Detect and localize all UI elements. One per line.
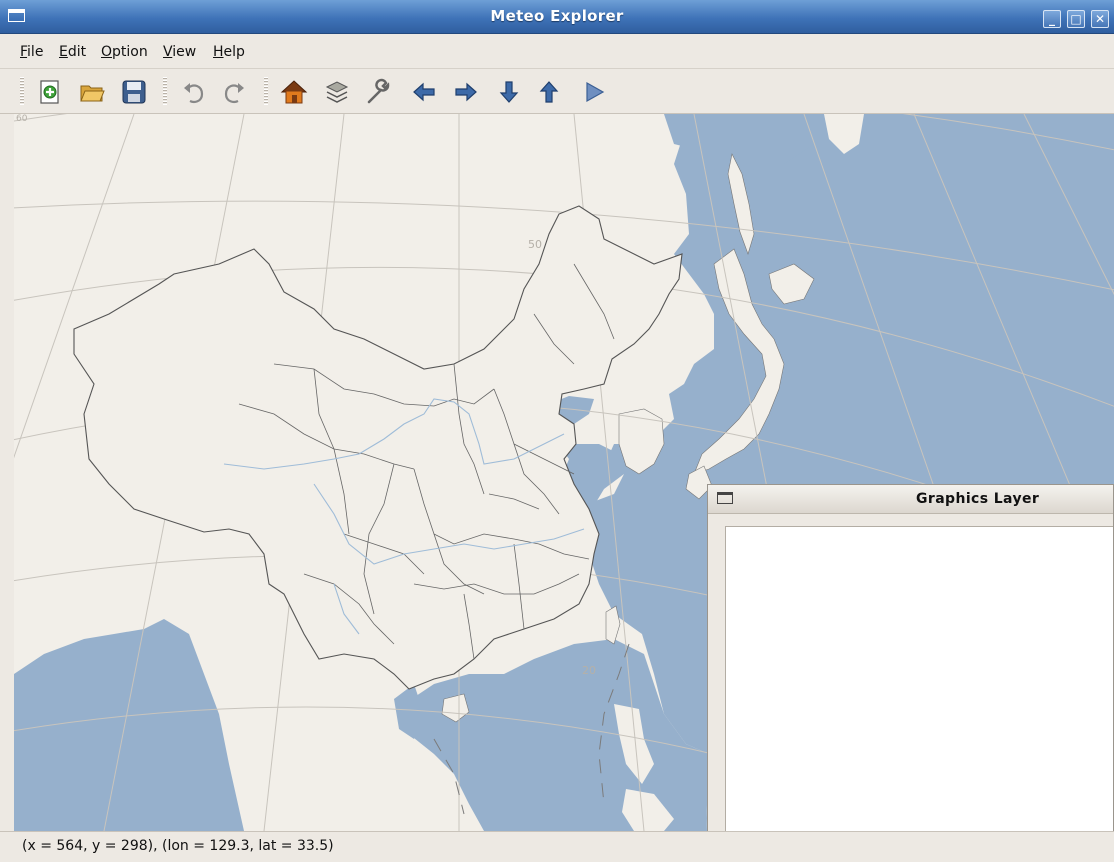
- arrow-right-icon[interactable]: [452, 78, 480, 106]
- layers-icon[interactable]: [323, 78, 351, 106]
- menu-bar: File Edit Option View Help: [0, 34, 1114, 69]
- play-icon[interactable]: [580, 78, 608, 106]
- status-bar: (x = 564, y = 298), (lon = 129.3, lat = …: [0, 831, 1114, 862]
- window-title: Meteo Explorer: [490, 7, 624, 25]
- save-icon[interactable]: [120, 78, 148, 106]
- graphics-layer-window[interactable]: Graphics Layer: [707, 484, 1114, 861]
- undo-icon[interactable]: [180, 78, 208, 106]
- arrow-down-icon[interactable]: [495, 78, 523, 106]
- menu-file[interactable]: File: [20, 44, 43, 60]
- minimize-button[interactable]: _: [1043, 10, 1061, 28]
- menu-option[interactable]: Option: [101, 44, 148, 60]
- toolbar-grip[interactable]: [163, 77, 167, 105]
- redo-icon[interactable]: [220, 78, 248, 106]
- open-folder-icon[interactable]: [78, 78, 106, 106]
- toolbar-grip[interactable]: [264, 77, 268, 105]
- arrow-up-icon[interactable]: [535, 78, 563, 106]
- graticule-label-20: 20: [582, 664, 596, 677]
- graphics-layer-content[interactable]: [725, 526, 1113, 860]
- wrench-icon[interactable]: [364, 78, 392, 106]
- toolbar-grip[interactable]: [20, 77, 24, 105]
- new-icon[interactable]: [36, 78, 64, 106]
- close-button[interactable]: ✕: [1091, 10, 1109, 28]
- toolbar: [0, 69, 1114, 114]
- menu-view[interactable]: View: [163, 44, 196, 60]
- graticule-label-50: 50: [528, 238, 542, 251]
- menu-help[interactable]: Help: [213, 44, 245, 60]
- window-title-bar[interactable]: Meteo Explorer _ □ ✕: [0, 0, 1114, 34]
- home-icon[interactable]: [280, 78, 308, 106]
- menu-edit[interactable]: Edit: [59, 44, 86, 60]
- graphics-layer-title-bar[interactable]: Graphics Layer: [708, 485, 1113, 514]
- graticule-label-corner: 60: [16, 114, 28, 124]
- arrow-left-icon[interactable]: [410, 78, 438, 106]
- coordinate-readout: (x = 564, y = 298), (lon = 129.3, lat = …: [22, 838, 334, 854]
- window-menu-icon[interactable]: [717, 492, 733, 504]
- graphics-layer-title: Graphics Layer: [916, 491, 1040, 507]
- maximize-button[interactable]: □: [1067, 10, 1085, 28]
